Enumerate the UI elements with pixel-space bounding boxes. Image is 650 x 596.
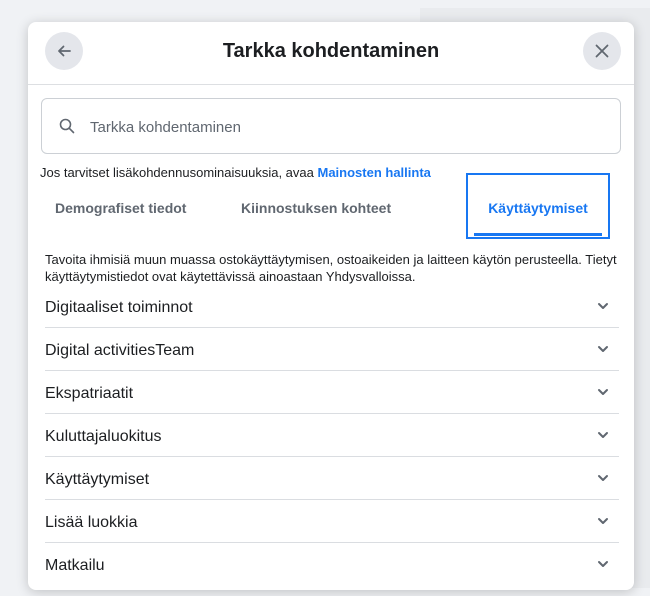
detailed-targeting-dialog: Tarkka kohdentaminen Jos tarvitset lisäk…: [28, 22, 634, 590]
category-item[interactable]: Matkailu: [45, 543, 619, 586]
tab-behaviors-label: Käyttäytymiset: [488, 200, 588, 216]
category-item[interactable]: Käyttäytymiset: [45, 457, 619, 500]
tab-demographics[interactable]: Demografiset tiedot: [55, 200, 186, 216]
category-item[interactable]: Digital activitiesTeam: [45, 328, 619, 371]
close-button[interactable]: [583, 32, 621, 70]
chevron-down-icon: [598, 432, 608, 438]
ads-manager-info: Jos tarvitset lisäkohdennusominaisuuksia…: [40, 165, 431, 180]
tab-description: Tavoita ihmisiä muun muassa ostokäyttäyt…: [45, 252, 617, 284]
category-item[interactable]: Lisää luokkia: [45, 500, 619, 543]
category-label: Käyttäytymiset: [45, 471, 150, 488]
category-label: Lisää luokkia: [45, 514, 138, 531]
chevron-down-icon: [598, 389, 608, 395]
info-text: Jos tarvitset lisäkohdennusominaisuuksia…: [40, 165, 318, 180]
category-item[interactable]: Kuluttajaluokitus: [45, 414, 619, 457]
ads-manager-link[interactable]: Mainosten hallinta: [317, 165, 430, 180]
search-box[interactable]: [41, 98, 621, 154]
tab-interests[interactable]: Kiinnostuksen kohteet: [241, 200, 391, 216]
category-label: Matkailu: [45, 557, 105, 574]
dialog-title: Tarkka kohdentaminen: [222, 40, 440, 62]
chevron-down-icon: [598, 346, 608, 352]
chevron-down-icon: [598, 475, 608, 481]
search-icon: [59, 118, 75, 134]
chevron-down-icon: [598, 518, 608, 524]
header-divider: [28, 84, 634, 85]
dialog-header: Tarkka kohdentaminen: [28, 22, 634, 84]
category-label: Kuluttajaluokitus: [45, 428, 162, 445]
chevron-down-icon: [598, 561, 608, 567]
category-list: Digitaaliset toiminnot Digital activitie…: [45, 285, 619, 586]
tab-behaviors[interactable]: Käyttäytymiset: [466, 173, 610, 239]
close-icon: [595, 44, 609, 58]
category-label: Digital activitiesTeam: [45, 342, 195, 359]
search-input[interactable]: [90, 115, 590, 139]
category-item[interactable]: Ekspatriaatit: [45, 371, 619, 414]
active-tab-indicator: [474, 233, 602, 236]
category-label: Digitaaliset toiminnot: [45, 299, 193, 316]
chevron-down-icon: [598, 303, 608, 309]
category-label: Ekspatriaatit: [45, 385, 134, 402]
category-item[interactable]: Digitaaliset toiminnot: [45, 285, 619, 328]
